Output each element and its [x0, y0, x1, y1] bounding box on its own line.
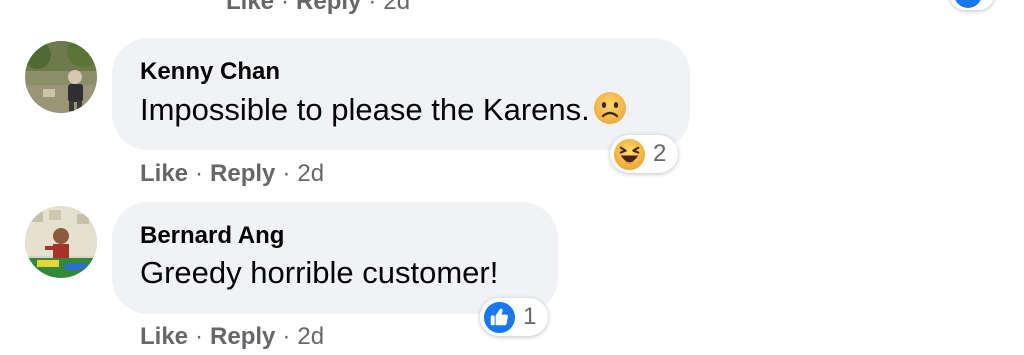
comment-text: Greedy horrible customer! — [140, 255, 499, 290]
reply-button[interactable]: Reply — [210, 323, 275, 351]
timestamp[interactable]: 2d — [297, 160, 324, 188]
author-name[interactable]: Kenny Chan — [140, 58, 662, 86]
haha-reaction-icon — [613, 138, 646, 170]
reply-button[interactable]: Reply — [210, 160, 275, 188]
comments-thread: Like · Reply · 2d Kenny Chan Impossible … — [0, 0, 1024, 355]
timestamp[interactable]: 2d — [383, 0, 410, 16]
sad-face-icon — [593, 92, 626, 124]
reaction-badge[interactable]: 2 — [610, 135, 679, 173]
separator: · — [195, 160, 204, 187]
timestamp[interactable]: 2d — [297, 323, 324, 351]
avatar[interactable] — [25, 41, 97, 113]
separator: · — [195, 323, 204, 350]
reaction-count: 1 — [523, 303, 537, 330]
separator: · — [368, 0, 377, 15]
like-button[interactable]: Like — [226, 0, 274, 16]
separator: · — [281, 0, 290, 15]
comment-actions: Like · Reply · 2d — [140, 160, 324, 188]
like-reaction-icon — [483, 301, 516, 333]
like-button[interactable]: Like — [140, 323, 188, 351]
comment-text-content: Impossible to please the Karens. — [140, 92, 590, 127]
comment-bubble: Bernard Ang Greedy horrible customer! — [112, 202, 558, 314]
comment-text: Impossible to please the Karens. — [140, 90, 662, 129]
separator: · — [282, 160, 291, 187]
like-button[interactable]: Like — [140, 160, 188, 188]
comment-bubble: Kenny Chan Impossible to please the Kare… — [112, 38, 690, 150]
comment-actions: Like · Reply · 2d — [140, 323, 324, 351]
previous-reaction-badge[interactable] — [950, 0, 994, 10]
avatar[interactable] — [25, 206, 97, 278]
like-reaction-icon — [954, 0, 982, 8]
reaction-count: 2 — [653, 140, 667, 167]
separator: · — [282, 323, 291, 350]
reaction-badge[interactable]: 1 — [480, 298, 549, 336]
reply-button[interactable]: Reply — [296, 0, 361, 16]
previous-comment-actions: Like · Reply · 2d — [226, 0, 410, 16]
author-name[interactable]: Bernard Ang — [140, 222, 530, 250]
